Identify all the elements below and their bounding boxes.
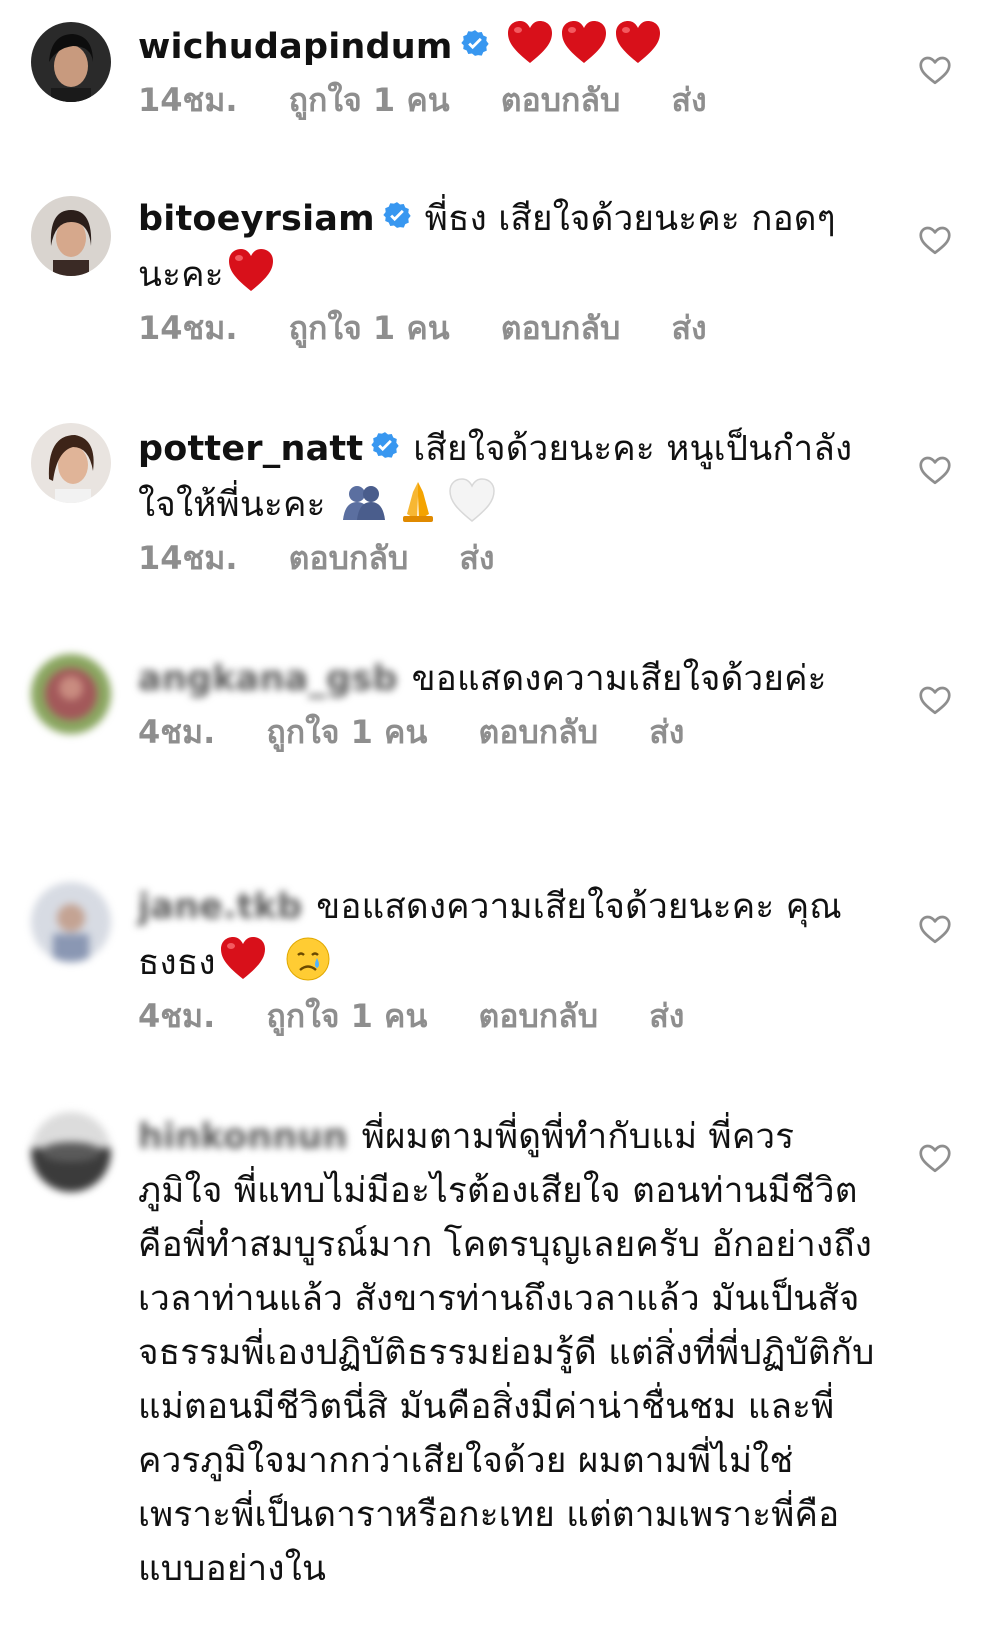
avatar[interactable]: [31, 1112, 111, 1192]
red-heart-icon: [505, 18, 555, 68]
like-heart-icon[interactable]: [917, 452, 953, 488]
red-heart-icon: [559, 18, 609, 68]
comment-text: potter_natt เสียใจด้วยนะคะ หนูเป็นกำลังใจ…: [138, 422, 878, 532]
comment-meta: 14ชม. ถูกใจ 1 คน ตอบกลับ ส่ง: [138, 308, 878, 348]
comment-text: bitoeyrsiam พี่ธง เสียใจด้วยนะคะ กอดๆนะคะ: [138, 192, 878, 302]
timestamp: 4ชม.: [138, 997, 216, 1035]
likes-count-button[interactable]: ถูกใจ 1 คน: [289, 81, 450, 119]
send-button[interactable]: ส่ง: [671, 81, 706, 119]
username[interactable]: bitoeyrsiam: [138, 199, 375, 239]
username[interactable]: potter_natt: [138, 429, 363, 469]
send-button[interactable]: ส่ง: [671, 309, 706, 347]
verified-badge-icon: [460, 29, 489, 57]
hugging-people-icon: [339, 476, 389, 526]
red-heart-icon: [226, 246, 276, 296]
avatar[interactable]: [31, 22, 111, 102]
crying-face-icon: [283, 934, 333, 984]
timestamp: 14ชม.: [138, 309, 238, 347]
avatar[interactable]: [31, 196, 111, 276]
verified-badge-icon: [383, 201, 411, 229]
avatar[interactable]: [31, 882, 111, 962]
red-heart-icon: [218, 934, 268, 984]
send-button[interactable]: ส่ง: [649, 713, 684, 751]
username[interactable]: hinkonnun: [138, 1117, 348, 1157]
comment-text: jane.tkb ขอแสดงความเสียใจด้วยนะคะ คุณธงธง: [138, 880, 878, 990]
username[interactable]: wichudapindum: [138, 27, 453, 67]
avatar[interactable]: [31, 654, 111, 734]
comment-meta: 14ชม. ตอบกลับ ส่ง: [138, 538, 878, 578]
comments-list: wichudapindum 14ชม. ถูกใจ 1 คน ตอบกลับ ส…: [0, 0, 998, 1644]
like-heart-icon[interactable]: [917, 52, 953, 88]
timestamp: 14ชม.: [138, 539, 238, 577]
username[interactable]: angkana_gsb: [138, 659, 398, 699]
likes-count-button[interactable]: ถูกใจ 1 คน: [289, 309, 450, 347]
comment-text: hinkonnun พี่ผมตามพี่ดูพี่ทำกับแม่ พี่ควร…: [138, 1110, 878, 1596]
likes-count-button[interactable]: ถูกใจ 1 คน: [266, 713, 427, 751]
avatar[interactable]: [31, 423, 111, 503]
comment-body: พี่ผมตามพี่ดูพี่ทำกับแม่ พี่ควรภูมิใจ พี…: [138, 1117, 875, 1589]
reply-button[interactable]: ตอบกลับ: [289, 539, 409, 577]
verified-badge-icon: [371, 431, 399, 459]
comment-meta: 4ชม. ถูกใจ 1 คน ตอบกลับ ส่ง: [138, 996, 878, 1036]
comment-body: ขอแสดงความเสียใจด้วยค่ะ: [411, 659, 827, 699]
like-heart-icon[interactable]: [917, 911, 953, 947]
like-heart-icon[interactable]: [917, 682, 953, 718]
like-heart-icon[interactable]: [917, 222, 953, 258]
send-button[interactable]: ส่ง: [649, 997, 684, 1035]
likes-count-button[interactable]: ถูกใจ 1 คน: [266, 997, 427, 1035]
reply-button[interactable]: ตอบกลับ: [501, 309, 621, 347]
comment-text: wichudapindum: [138, 18, 878, 74]
send-button[interactable]: ส่ง: [459, 539, 494, 577]
comment-text: angkana_gsb ขอแสดงความเสียใจด้วยค่ะ: [138, 652, 878, 706]
reply-button[interactable]: ตอบกลับ: [478, 997, 598, 1035]
red-heart-icon: [613, 18, 663, 68]
like-heart-icon[interactable]: [917, 1140, 953, 1176]
comment-meta: 14ชม. ถูกใจ 1 คน ตอบกลับ ส่ง: [138, 80, 878, 120]
white-heart-icon: [447, 476, 497, 526]
comment-meta: 4ชม. ถูกใจ 1 คน ตอบกลับ ส่ง: [138, 712, 878, 752]
reply-button[interactable]: ตอบกลับ: [501, 81, 621, 119]
username[interactable]: jane.tkb: [138, 887, 302, 927]
reply-button[interactable]: ตอบกลับ: [478, 713, 598, 751]
timestamp: 14ชม.: [138, 81, 238, 119]
timestamp: 4ชม.: [138, 713, 216, 751]
folded-hands-icon: [393, 476, 443, 526]
